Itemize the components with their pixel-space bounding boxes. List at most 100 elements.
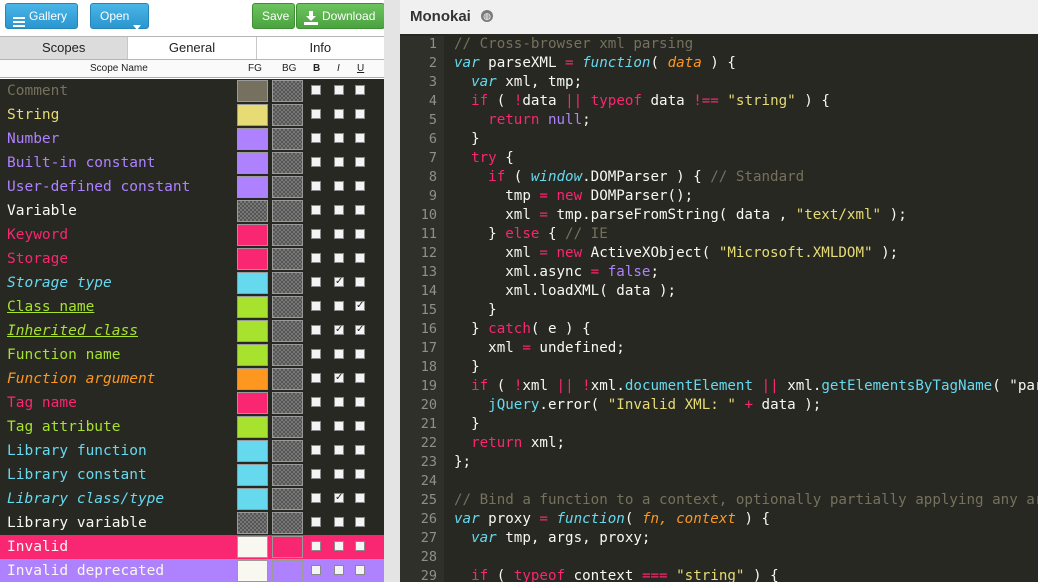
bg-color-swatch[interactable]	[272, 560, 303, 582]
bg-color-swatch[interactable]	[272, 440, 303, 462]
bold-checkbox[interactable]	[311, 493, 321, 503]
fg-color-swatch[interactable]	[237, 368, 268, 390]
underline-checkbox[interactable]	[355, 85, 365, 95]
gallery-button[interactable]: Gallery	[5, 3, 78, 29]
italic-checkbox[interactable]	[334, 253, 344, 263]
italic-checkbox[interactable]	[334, 301, 344, 311]
bg-color-swatch[interactable]	[272, 248, 303, 270]
scope-row[interactable]: Library variable	[0, 511, 384, 535]
bold-checkbox[interactable]	[311, 133, 321, 143]
underline-checkbox[interactable]	[355, 541, 365, 551]
fg-color-swatch[interactable]	[237, 392, 268, 414]
bold-checkbox[interactable]	[311, 277, 321, 287]
bold-checkbox[interactable]	[311, 109, 321, 119]
bg-color-swatch[interactable]	[272, 224, 303, 246]
underline-checkbox[interactable]	[355, 565, 365, 575]
italic-checkbox[interactable]	[334, 181, 344, 191]
italic-checkbox[interactable]	[334, 85, 344, 95]
bg-color-swatch[interactable]	[272, 296, 303, 318]
underline-checkbox[interactable]	[355, 349, 365, 359]
scope-row[interactable]: Inherited class ✓ ✓	[0, 319, 384, 343]
bold-checkbox[interactable]	[311, 445, 321, 455]
scope-row[interactable]: String	[0, 103, 384, 127]
scope-row[interactable]: Keyword	[0, 223, 384, 247]
italic-checkbox[interactable]	[334, 133, 344, 143]
scope-row[interactable]: Built-in constant	[0, 151, 384, 175]
underline-checkbox[interactable]	[355, 469, 365, 479]
fg-color-swatch[interactable]	[237, 320, 268, 342]
underline-checkbox[interactable]	[355, 397, 365, 407]
bg-color-swatch[interactable]	[272, 344, 303, 366]
scope-row[interactable]: Tag name	[0, 391, 384, 415]
bold-checkbox[interactable]	[311, 157, 321, 167]
scope-row[interactable]: Class name ✓	[0, 295, 384, 319]
bold-checkbox[interactable]	[311, 349, 321, 359]
bold-checkbox[interactable]	[311, 85, 321, 95]
bold-checkbox[interactable]	[311, 397, 321, 407]
underline-checkbox[interactable]: ✓	[355, 301, 365, 311]
italic-checkbox[interactable]	[334, 469, 344, 479]
scope-row[interactable]: Invalid	[0, 535, 384, 559]
fg-color-swatch[interactable]	[237, 176, 268, 198]
fg-color-swatch[interactable]	[237, 464, 268, 486]
underline-checkbox[interactable]	[355, 133, 365, 143]
open-button[interactable]: Open	[90, 3, 149, 30]
underline-checkbox[interactable]	[355, 181, 365, 191]
bold-checkbox[interactable]	[311, 205, 321, 215]
italic-checkbox[interactable]	[334, 397, 344, 407]
underline-checkbox[interactable]	[355, 493, 365, 503]
scope-row[interactable]: Invalid deprecated	[0, 559, 384, 582]
fg-color-swatch[interactable]	[237, 224, 268, 246]
scope-row[interactable]: Storage type ✓	[0, 271, 384, 295]
italic-checkbox[interactable]: ✓	[334, 373, 344, 383]
underline-checkbox[interactable]	[355, 277, 365, 287]
bg-color-swatch[interactable]	[272, 488, 303, 510]
fg-color-swatch[interactable]	[237, 104, 268, 126]
bg-color-swatch[interactable]	[272, 104, 303, 126]
underline-checkbox[interactable]	[355, 373, 365, 383]
bold-checkbox[interactable]	[311, 229, 321, 239]
fg-color-swatch[interactable]	[237, 512, 268, 534]
bold-checkbox[interactable]	[311, 469, 321, 479]
scope-row[interactable]: Library class/type ✓	[0, 487, 384, 511]
scope-row[interactable]: User-defined constant	[0, 175, 384, 199]
fg-color-swatch[interactable]	[237, 248, 268, 270]
bold-checkbox[interactable]	[311, 541, 321, 551]
bg-color-swatch[interactable]	[272, 200, 303, 222]
italic-checkbox[interactable]	[334, 517, 344, 527]
tab-info[interactable]: Info	[255, 37, 384, 59]
bold-checkbox[interactable]	[311, 301, 321, 311]
italic-checkbox[interactable]: ✓	[334, 277, 344, 287]
globe-icon[interactable]: ◍	[481, 10, 493, 22]
bg-color-swatch[interactable]	[272, 80, 303, 102]
underline-checkbox[interactable]	[355, 421, 365, 431]
underline-checkbox[interactable]: ✓	[355, 325, 365, 335]
italic-checkbox[interactable]	[334, 565, 344, 575]
bg-color-swatch[interactable]	[272, 536, 303, 558]
bold-checkbox[interactable]	[311, 373, 321, 383]
bold-checkbox[interactable]	[311, 517, 321, 527]
bg-color-swatch[interactable]	[272, 416, 303, 438]
scope-row[interactable]: Variable	[0, 199, 384, 223]
underline-checkbox[interactable]	[355, 109, 365, 119]
underline-checkbox[interactable]	[355, 445, 365, 455]
italic-checkbox[interactable]	[334, 205, 344, 215]
bold-checkbox[interactable]	[311, 325, 321, 335]
tab-general[interactable]: General	[127, 37, 256, 59]
scope-row[interactable]: Comment	[0, 79, 384, 103]
underline-checkbox[interactable]	[355, 229, 365, 239]
panel-divider[interactable]	[384, 0, 400, 582]
underline-checkbox[interactable]	[355, 253, 365, 263]
underline-checkbox[interactable]	[355, 205, 365, 215]
tab-scopes[interactable]: Scopes	[0, 37, 128, 59]
scope-row[interactable]: Storage	[0, 247, 384, 271]
underline-checkbox[interactable]	[355, 517, 365, 527]
italic-checkbox[interactable]	[334, 445, 344, 455]
bg-color-swatch[interactable]	[272, 152, 303, 174]
scope-row[interactable]: Function argument ✓	[0, 367, 384, 391]
fg-color-swatch[interactable]	[237, 416, 268, 438]
fg-color-swatch[interactable]	[237, 272, 268, 294]
scope-row[interactable]: Tag attribute	[0, 415, 384, 439]
save-button[interactable]: Save	[252, 3, 295, 29]
scope-row[interactable]: Number	[0, 127, 384, 151]
